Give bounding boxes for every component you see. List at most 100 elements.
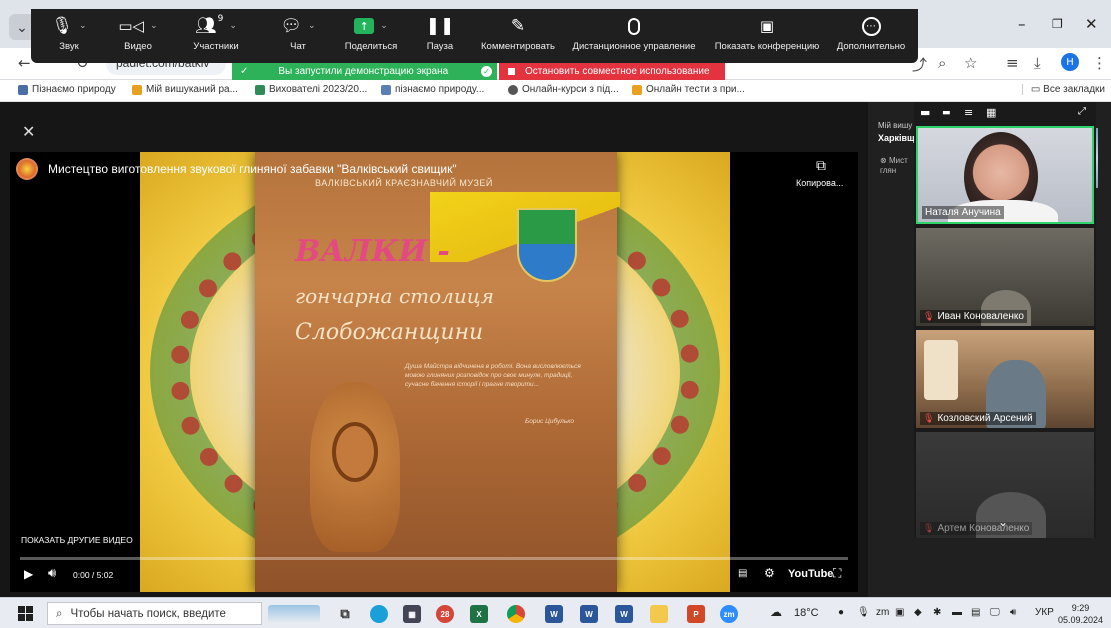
participant-tile[interactable]: Наталя Анучина <box>916 126 1094 224</box>
restore-icon[interactable]: ❐ <box>1052 17 1063 31</box>
minimize-icon[interactable]: – <box>1018 15 1026 33</box>
pause-button[interactable]: ❚❚ Пауза <box>400 13 480 52</box>
taskbar-clock[interactable]: 9:29 05.09.2024 <box>1058 602 1103 626</box>
audio-button[interactable]: 🎙︎ ⌄ Звук <box>29 13 109 52</box>
zoom-app-icon[interactable]: zm <box>720 605 738 623</box>
close-viewer-icon[interactable]: ✕ <box>22 122 35 141</box>
weather-icon[interactable]: ☁ <box>770 605 782 619</box>
excel-icon[interactable]: X <box>470 605 488 623</box>
close-window-icon[interactable]: ✕ <box>1085 15 1098 33</box>
gallery-controls: ▬ ▬ ≡ ▦ ⤢ <box>914 104 1096 124</box>
minimize-gallery-icon[interactable]: ▬ <box>920 106 930 119</box>
mouse-icon <box>628 17 640 35</box>
zoom-page-icon[interactable]: ⌕ <box>938 54 946 72</box>
powerpoint-icon[interactable]: P <box>687 605 705 623</box>
back-icon[interactable]: ← <box>18 54 31 72</box>
pin-icon[interactable]: ✓ <box>240 66 248 77</box>
play-icon[interactable]: ▶ <box>24 567 33 581</box>
chevron-down-icon[interactable]: ⌄ <box>229 21 237 31</box>
download-icon[interactable]: ⤓ <box>1034 54 1041 72</box>
single-view-icon[interactable]: ▬ <box>942 108 951 118</box>
coat-of-arms-top <box>519 210 575 244</box>
stop-share-button[interactable]: Остановить совместное использование <box>499 63 725 80</box>
browser-menu-icon[interactable]: ⋮ <box>1092 54 1107 72</box>
more-button[interactable]: ⋯ Дополнительно <box>831 13 911 52</box>
profile-avatar-icon[interactable]: H <box>1061 53 1079 71</box>
tray-app-icon[interactable]: ● <box>838 607 844 618</box>
youtube-logo[interactable]: YouTube <box>788 568 833 580</box>
chevron-down-icon[interactable]: ⌄ <box>150 21 158 31</box>
task-view-icon[interactable]: ⧉ <box>336 605 354 623</box>
folder-icon[interactable] <box>650 605 668 623</box>
network-icon[interactable]: 🖵︎ <box>990 607 1000 618</box>
side-panel-item[interactable]: ⊗ Мист глян <box>880 156 908 176</box>
share-button[interactable]: ↑ ⌄ Поделиться <box>331 13 411 52</box>
city-widget-icon[interactable] <box>268 605 320 623</box>
bookmark-item[interactable]: Пізнаємо природу <box>18 84 116 95</box>
tray-zoom-icon[interactable]: zm <box>876 607 889 618</box>
more-videos-button[interactable]: ПОКАЗАТЬ ДРУГИЕ ВИДЕО <box>21 535 133 545</box>
meeting-icon: ▣ <box>759 17 775 35</box>
bookmark-item[interactable]: Онлайн-курси з під... <box>508 84 619 95</box>
bookmark-item[interactable]: Мій вишуканий ра... <box>132 84 238 95</box>
chat-icon: 💬︎ <box>280 16 303 36</box>
grid-view-icon[interactable]: ▦ <box>986 106 996 119</box>
remote-control-button[interactable]: Дистанционное управление <box>573 13 695 52</box>
channel-logo-icon[interactable] <box>16 158 38 180</box>
video-time: 0:00 / 5:02 <box>73 570 114 580</box>
sharing-status-banner: ✓ Вы запустили демонстрацию экрана ✓ <box>232 63 497 80</box>
tray-mic-icon[interactable]: 🎙︎ <box>857 607 870 618</box>
word-icon[interactable]: W <box>580 605 598 623</box>
chevron-down-icon[interactable]: ⌄ <box>380 21 388 31</box>
participant-name: Наталя Анучина <box>922 206 1004 219</box>
tray-app-icon[interactable]: ▣ <box>895 607 904 618</box>
volume-icon[interactable]: 🔊︎ <box>1010 607 1016 618</box>
tray-app-icon[interactable]: ◆ <box>914 607 922 618</box>
word-icon[interactable]: W <box>615 605 633 623</box>
bookmark-item[interactable]: пізнаємо природу... <box>381 84 484 95</box>
input-language[interactable]: УКР <box>1035 607 1054 618</box>
windows-start-icon[interactable] <box>18 606 33 621</box>
chrome-icon[interactable] <box>507 605 525 623</box>
camera-icon: ▭◁ <box>118 17 145 35</box>
bookmark-item[interactable]: Онлайн тести з при... <box>632 84 745 95</box>
taskbar-search[interactable]: ⌕ Чтобы начать поиск, введите <box>47 602 262 625</box>
copy-link-icon[interactable]: ⧉ <box>816 158 826 174</box>
annotate-button[interactable]: ✎ Комментировать <box>478 13 558 52</box>
video-player[interactable]: ВАЛКІВСЬКИЙ КРАЄЗНАВЧИЙ МУЗЕЙ ВАЛКИ - го… <box>10 152 858 592</box>
poster-vase-medal <box>332 422 378 482</box>
scroll-down-chevron-icon[interactable]: ⌄ <box>998 515 1008 529</box>
reading-list-icon[interactable]: ≡ <box>1006 54 1019 72</box>
bookmark-item[interactable]: Вихователі 2023/20... <box>255 84 367 95</box>
fullscreen-icon[interactable]: ⛶ <box>833 566 841 581</box>
video-button[interactable]: ▭◁ ⌄ Видео <box>98 13 178 52</box>
participants-button[interactable]: 👥︎ 9 ⌄ Участники <box>176 13 256 52</box>
chat-button[interactable]: 💬︎ ⌄ Чат <box>258 13 338 52</box>
participant-tile[interactable]: 🎙︎ Иван Коноваленко <box>916 228 1094 326</box>
tray-app-icon[interactable]: ▬ <box>952 607 962 618</box>
show-meeting-button[interactable]: ▣ Показать конференцию <box>715 13 820 52</box>
chevron-down-icon[interactable]: ⌄ <box>308 21 316 31</box>
notification-app-icon[interactable]: 28 <box>436 605 454 623</box>
weather-temperature[interactable]: 18°C <box>794 607 819 619</box>
bluetooth-icon[interactable]: ✱ <box>933 607 941 618</box>
participant-tile[interactable]: 🎙︎ Козловский Арсений <box>916 330 1094 428</box>
bookmarks-bar: Пізнаємо природу Мій вишуканий ра... Вих… <box>0 80 1111 102</box>
edge-icon[interactable] <box>370 605 388 623</box>
strip-view-icon[interactable]: ≡ <box>964 106 973 119</box>
subtitles-icon[interactable]: ▤ <box>738 568 747 579</box>
word-icon[interactable]: W <box>545 605 563 623</box>
volume-icon[interactable]: 🔊︎ <box>48 566 56 581</box>
copy-link-label[interactable]: Копирова... <box>796 178 843 188</box>
chevron-down-icon[interactable]: ⌄ <box>79 21 87 31</box>
settings-gear-icon[interactable]: ⚙ <box>764 566 775 580</box>
expand-gallery-icon[interactable]: ⤢ <box>1078 106 1086 117</box>
all-bookmarks[interactable]: ▭ Все закладки <box>1021 84 1105 95</box>
video-title[interactable]: Мистецтво виготовлення звукової глиняної… <box>48 162 457 176</box>
participant-name: 🎙︎ Артем Коноваленко <box>920 522 1033 535</box>
bookmark-favicon-icon <box>255 84 265 95</box>
calculator-icon[interactable]: ▦ <box>403 605 421 623</box>
bookmark-star-icon[interactable]: ☆ <box>964 54 977 72</box>
tray-app-icon[interactable]: ▤ <box>971 607 980 618</box>
video-progress-bar[interactable] <box>20 557 848 560</box>
